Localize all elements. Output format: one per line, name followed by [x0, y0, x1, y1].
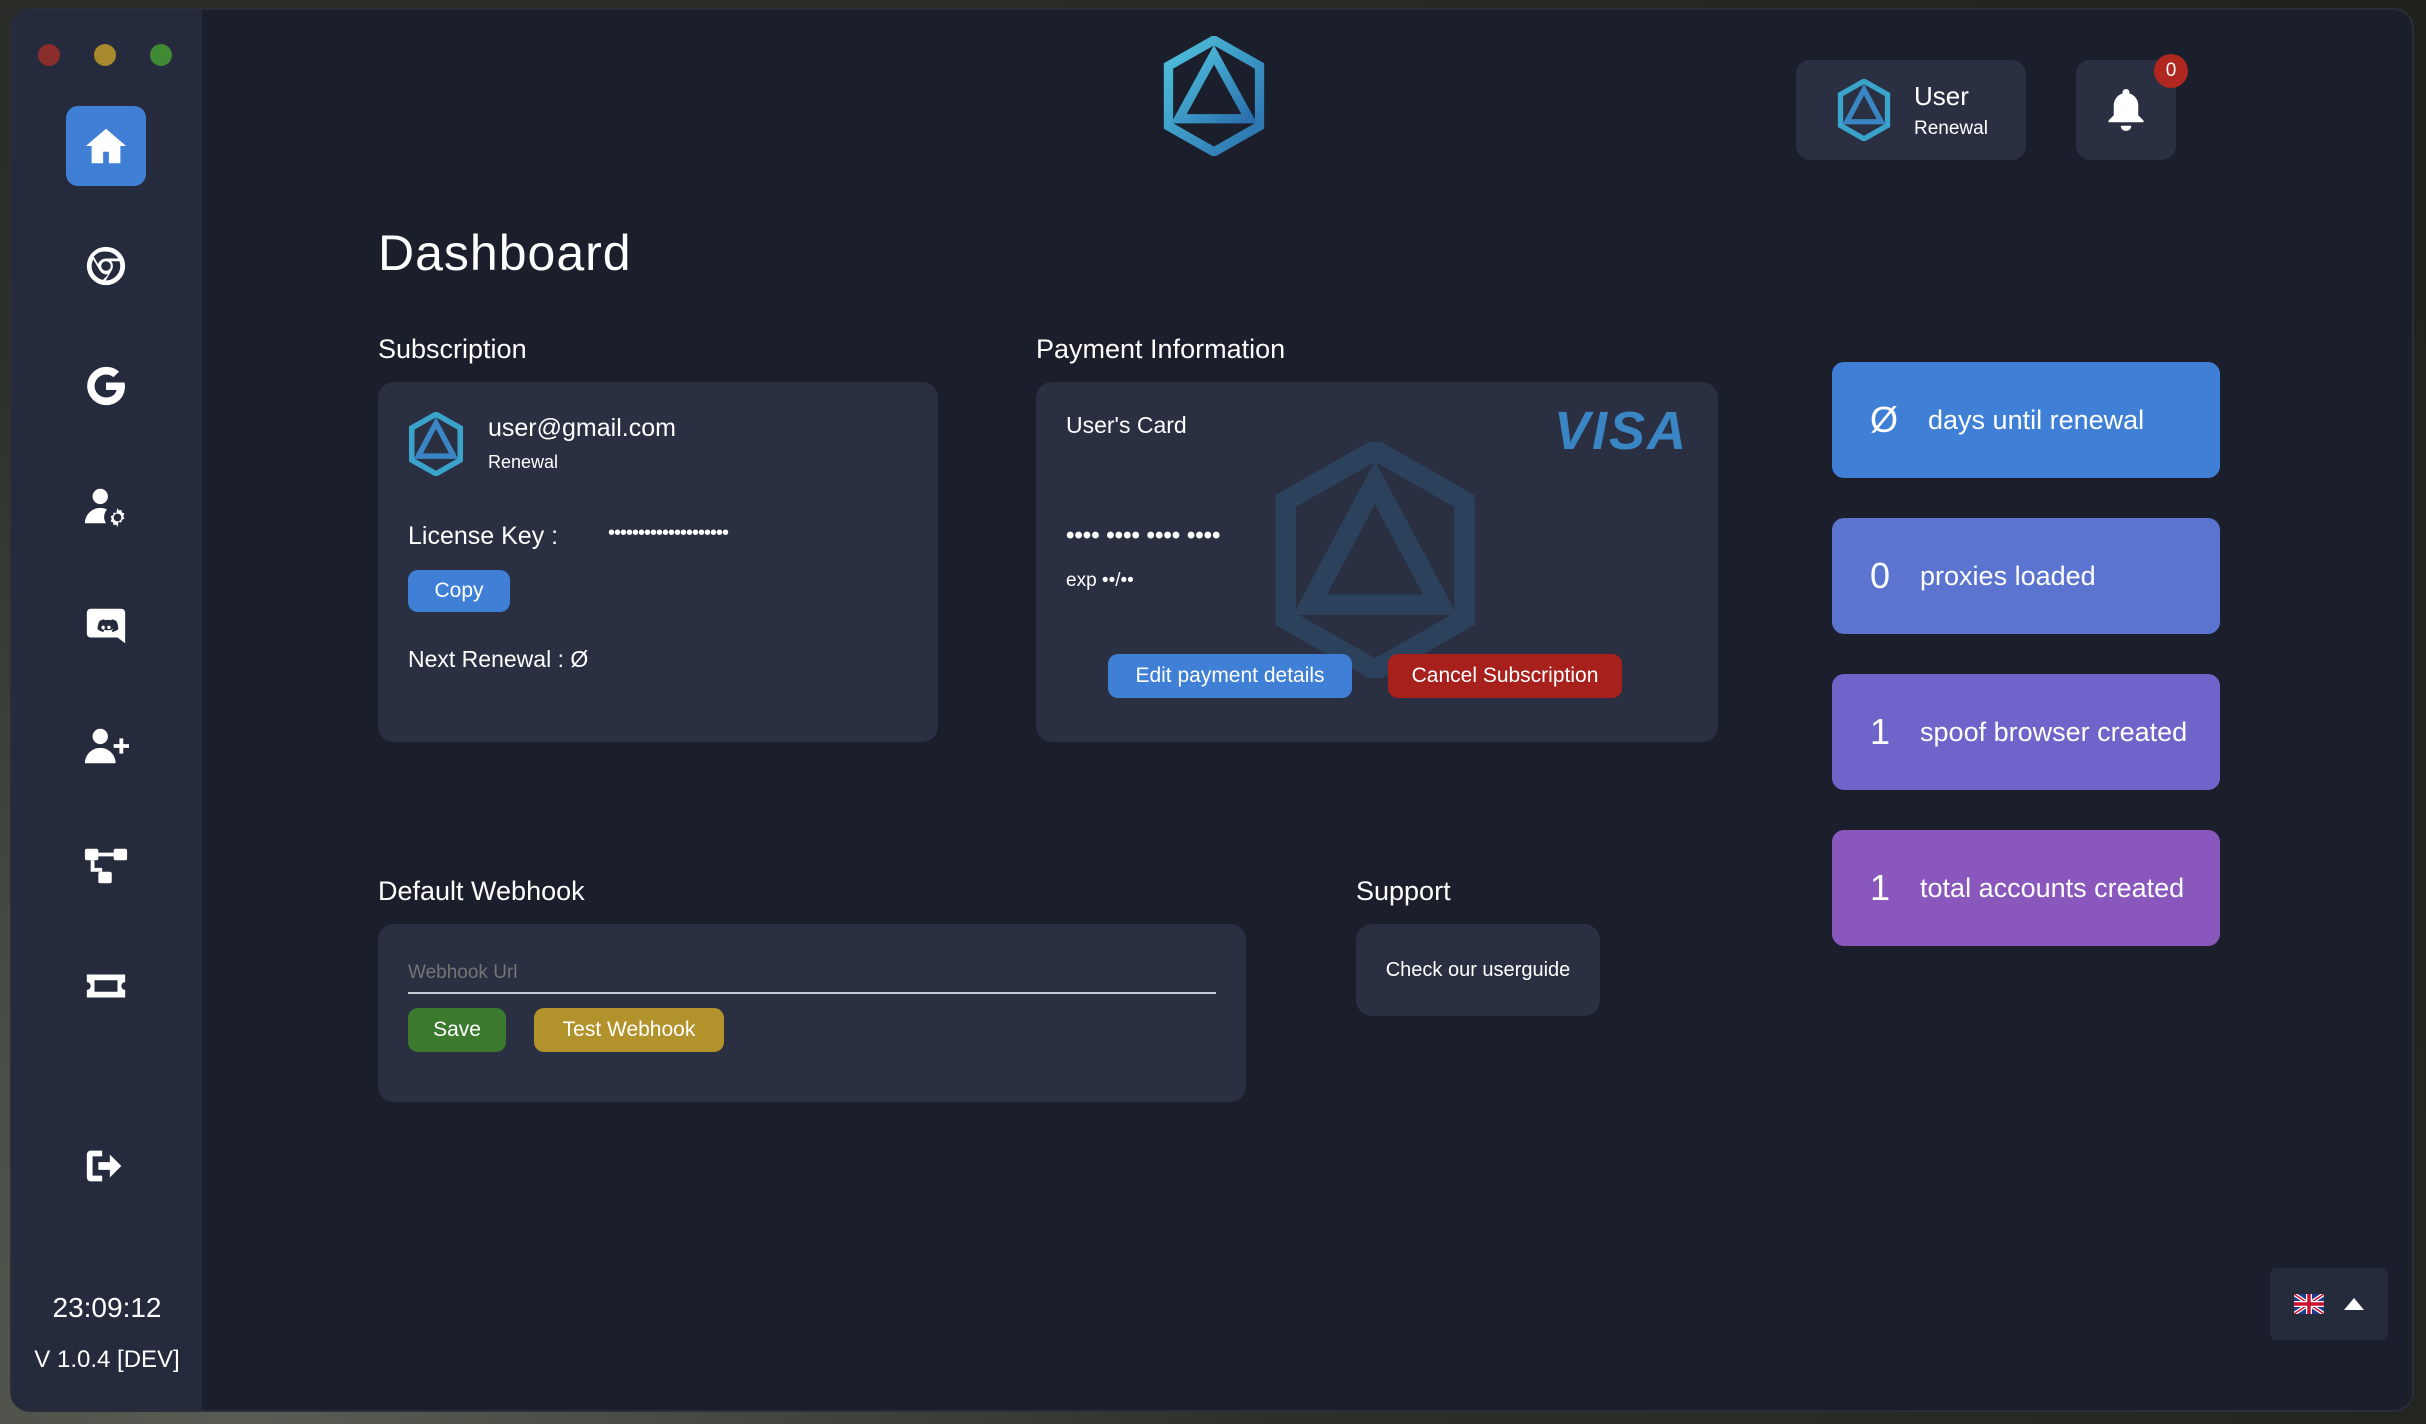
cancel-subscription-button[interactable]: Cancel Subscription: [1388, 654, 1622, 698]
user-role: Renewal: [1914, 117, 1988, 139]
chrome-icon: [86, 246, 126, 286]
uk-flag-icon: [2294, 1294, 2324, 1314]
stat-days-until-renewal[interactable]: Ø days until renewal: [1832, 362, 2220, 478]
stat-label: spoof browser created: [1920, 716, 2188, 747]
sidebar-item-tickets[interactable]: [66, 946, 146, 1026]
subscription-card: user@gmail.com Renewal License Key : •••…: [378, 382, 938, 742]
notifications-badge: 0: [2154, 54, 2188, 88]
next-renewal: Next Renewal : Ø: [408, 646, 589, 672]
user-avatar-logo: [1837, 79, 1891, 141]
home-icon: [85, 128, 127, 164]
user-plus-icon: [84, 728, 129, 764]
stat-value: 0: [1870, 555, 1891, 596]
stat-label: days until renewal: [1928, 404, 2145, 435]
sidebar-item-add-user[interactable]: [66, 706, 146, 786]
app-window: 23:09:12 V 1.0.4 [DEV] User Renewal 0 Da…: [12, 10, 2412, 1410]
sidebar-item-account-settings[interactable]: [66, 466, 146, 546]
stat-label: total accounts created: [1920, 872, 2185, 903]
subscription-logo: [408, 412, 464, 476]
sidebar-item-workflow[interactable]: [66, 826, 146, 906]
clock: 23:09:12: [52, 1292, 162, 1323]
webhook-card: Save Test Webhook: [378, 924, 1246, 1102]
version-label: V 1.0.4 [DEV]: [34, 1346, 180, 1373]
stat-total-accounts[interactable]: 1 total accounts created: [1832, 830, 2220, 946]
sidebar-item-home[interactable]: [66, 106, 146, 186]
window-close-button[interactable]: [38, 44, 60, 66]
user-gear-icon: [84, 488, 125, 528]
card-watermark-logo: [1275, 442, 1475, 678]
card-number: •••• •••• •••• ••••: [1066, 522, 1221, 549]
stat-value: 1: [1870, 867, 1891, 908]
caret-up-icon: [2344, 1298, 2364, 1310]
sidebar-item-browser[interactable]: [66, 226, 146, 306]
page-title: Dashboard: [378, 225, 632, 281]
copy-license-button[interactable]: Copy: [408, 570, 510, 612]
user-name: User: [1914, 80, 1969, 111]
userguide-button[interactable]: Check our userguide: [1356, 924, 1600, 1016]
stat-proxies-loaded[interactable]: 0 proxies loaded: [1832, 518, 2220, 634]
sidebar: 23:09:12 V 1.0.4 [DEV]: [12, 10, 202, 1410]
support-section-label: Support: [1356, 876, 1451, 906]
google-icon: [87, 366, 125, 406]
stat-value: 1: [1870, 711, 1891, 752]
test-webhook-button[interactable]: Test Webhook: [534, 1008, 724, 1052]
window-minimize-button[interactable]: [94, 44, 116, 66]
visa-logo: VISA: [1553, 401, 1688, 461]
sitemap-icon: [84, 848, 128, 884]
webhook-url-input[interactable]: [408, 954, 1216, 994]
license-key-value: ••••••••••••••••••••: [608, 522, 729, 544]
save-webhook-button[interactable]: Save: [408, 1008, 506, 1052]
edit-payment-button[interactable]: Edit payment details: [1108, 654, 1352, 698]
subscription-section-label: Subscription: [378, 334, 527, 364]
card-holder: User's Card: [1066, 412, 1187, 438]
window-maximize-button[interactable]: [150, 44, 172, 66]
sidebar-item-logout[interactable]: [66, 1126, 146, 1206]
language-selector[interactable]: [2270, 1268, 2388, 1340]
discord-icon: [86, 608, 126, 644]
webhook-section-label: Default Webhook: [378, 876, 585, 906]
sidebar-item-google[interactable]: [66, 346, 146, 426]
main-content: User Renewal 0 Dashboard Subscription us…: [202, 10, 2412, 1410]
payment-section-label: Payment Information: [1036, 334, 1286, 364]
stat-label: proxies loaded: [1920, 560, 2096, 591]
subscription-plan: Renewal: [488, 452, 559, 472]
bell-icon: [2108, 89, 2144, 131]
sign-out-icon: [86, 1150, 122, 1182]
payment-card: User's Card VISA •••• •••• •••• •••• exp…: [1036, 382, 1718, 742]
sidebar-item-discord[interactable]: [66, 586, 146, 666]
ticket-icon: [86, 974, 126, 998]
user-chip[interactable]: User Renewal: [1796, 60, 2026, 160]
card-expiry: exp ••/••: [1066, 570, 1134, 591]
stat-value: Ø: [1870, 399, 1899, 440]
stat-spoof-browsers[interactable]: 1 spoof browser created: [1832, 674, 2220, 790]
app-logo: [1163, 36, 1265, 156]
license-key-label: License Key :: [408, 522, 559, 550]
subscription-email: user@gmail.com: [488, 414, 676, 442]
